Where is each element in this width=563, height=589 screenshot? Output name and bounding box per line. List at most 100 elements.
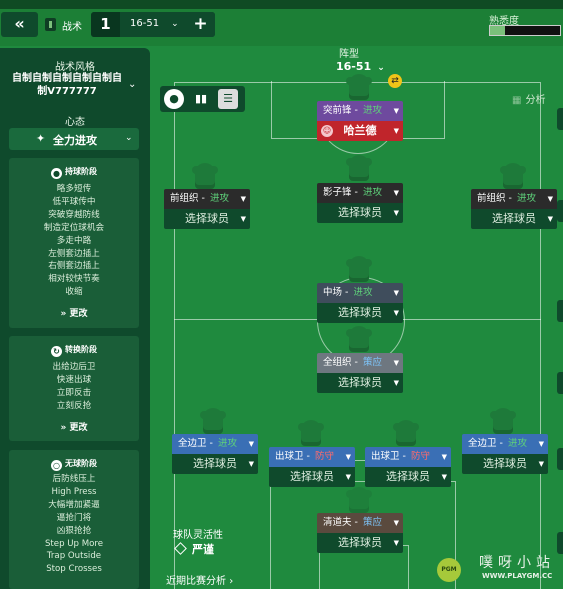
dropdown-arrow-icon: ▼ [248, 460, 254, 468]
analysis-button[interactable]: ▦ 分析 [512, 91, 545, 106]
duty-name: 进攻 [516, 193, 536, 204]
role-selector[interactable]: 出球卫 - 防守 ▼ [365, 447, 451, 467]
position-card-center-am[interactable]: 影子锋 - 进攻 ▼ 选择球员 ▼ [317, 183, 403, 223]
position-card-center-mid[interactable]: 中场 - 进攻 ▼ 选择球员 ▼ [317, 283, 403, 323]
player-name: 选择球员 [483, 457, 527, 470]
player-name: 选择球员 [338, 206, 382, 219]
phase-instructions: 后防线压上 High Press 大幅增加紧逼 逼抢门将 凶狠抢抢 Step U… [9, 473, 139, 576]
change-in-possession-button[interactable]: » 更改 [9, 306, 139, 319]
mentality-dropdown[interactable]: ✦ 全力进攻 ⌄ [9, 128, 139, 150]
role-name: 突前锋 [323, 105, 352, 116]
recent-match-analysis-link[interactable]: 近期比赛分析 › [166, 572, 233, 587]
position-card-right-cb[interactable]: 出球卫 - 防守 ▼ 选择球员 ▼ [365, 447, 451, 487]
player-shirt-icon [192, 163, 218, 189]
role-name: 中场 [323, 287, 343, 298]
dropdown-arrow-icon: ▼ [441, 453, 447, 461]
familiarity-bar[interactable] [489, 25, 561, 36]
player-selector[interactable]: 选择球员 ▼ [269, 467, 355, 487]
duty-name: 进攻 [362, 187, 382, 198]
position-card-left-back[interactable]: 全边卫 - 进攻 ▼ 选择球员 ▼ [172, 434, 258, 474]
page-title: 战术 [62, 22, 82, 33]
tactic-instructions-panel: 战术风格 自制自制自制自制自制自制V777777 ⌄ 心态 ✦ 全力进攻 ⌄ ●… [0, 48, 150, 589]
position-card-right-am[interactable]: 前组织 - 进攻 ▼ 选择球员 ▼ [471, 189, 557, 229]
player-view-button[interactable]: ● [164, 89, 184, 109]
duty-name: 进攻 [209, 193, 229, 204]
role-selector[interactable]: 出球卫 - 防守 ▼ [269, 447, 355, 467]
team-flexibility-label: 球队灵活性 [173, 530, 223, 541]
dropdown-arrow-icon: ▼ [240, 195, 246, 203]
dropdown-arrow-icon: ▼ [547, 215, 553, 223]
role-selector[interactable]: 全边卫 - 进攻 ▼ [172, 434, 258, 454]
role-name: 全组织 [323, 357, 352, 368]
player-selector[interactable]: 选择球员 ▼ [462, 454, 548, 474]
watermark-url: WWW.PLAYGM.CC [482, 572, 553, 580]
role-name: 出球卫 [275, 451, 304, 462]
tactic-slot-number[interactable]: 1 [91, 12, 120, 37]
team-flexibility-value[interactable]: 严谨 [174, 541, 214, 557]
player-selector[interactable]: 选择球员 ▼ [471, 209, 557, 229]
dropdown-arrow-icon: ▼ [538, 440, 544, 448]
instruction-item: 后防线压上 [52, 474, 96, 484]
right-edge-tab[interactable] [557, 300, 563, 322]
role-selector[interactable]: 全边卫 - 进攻 ▼ [462, 434, 548, 454]
position-card-defensive-mid[interactable]: 全组织 - 策应 ▼ 选择球员 ▼ [317, 353, 403, 393]
phase-header: ○ 无球阶段 [9, 458, 139, 471]
player-shirt-icon [490, 408, 516, 434]
role-selector[interactable]: 全组织 - 策应 ▼ [317, 353, 403, 373]
duty-name: 进攻 [353, 287, 373, 298]
player-name: 选择球员 [338, 536, 382, 549]
chevron-right-icon: › [229, 576, 234, 587]
role-selector[interactable]: 前组织 - 进攻 ▼ [471, 189, 557, 209]
position-card-sweeper[interactable]: 清道夫 - 策应 ▼ 选择球员 ▼ [317, 513, 403, 553]
chevron-down-icon[interactable]: ⌄ [128, 79, 136, 90]
instruction-item: 略多短传 [56, 184, 92, 194]
player-selector[interactable]: 选择球员 ▼ [317, 303, 403, 323]
right-edge-tab[interactable] [557, 372, 563, 394]
swap-sides-icon[interactable]: ⇄ [388, 74, 402, 88]
change-transition-button[interactable]: » 更改 [9, 420, 139, 433]
role-selector[interactable]: 前组织 - 进攻 ▼ [164, 189, 250, 209]
stats-view-button[interactable]: ▮▮ [191, 89, 211, 109]
position-card-left-am[interactable]: 前组织 - 进攻 ▼ 选择球员 ▼ [164, 189, 250, 229]
player-selector[interactable]: 选择球员 ▼ [317, 373, 403, 393]
role-name: 全边卫 [178, 438, 207, 449]
dropdown-arrow-icon: ▼ [393, 107, 399, 115]
formation-name-dropdown[interactable]: 16-51 ⌄ [336, 60, 385, 73]
out-of-possession-phase: ○ 无球阶段 后防线压上 High Press 大幅增加紧逼 逼抢门将 凶狠抢抢 … [9, 450, 139, 589]
player-selector[interactable]: 选择球员 ▼ [172, 454, 258, 474]
dropdown-arrow-icon: ▼ [547, 195, 553, 203]
tactic-style-name[interactable]: 自制自制自制自制自制自制V777777 [10, 72, 124, 98]
player-selector[interactable]: ☺ 哈兰德 ▼ [317, 121, 403, 141]
player-selector[interactable]: 选择球员 ▼ [317, 533, 403, 553]
position-card-striker[interactable]: 突前锋 - 进攻 ▼ ☺ 哈兰德 ▼ [317, 101, 403, 141]
dropdown-arrow-icon: ▼ [393, 519, 399, 527]
instruction-item: 收缩 [65, 287, 83, 298]
dropdown-arrow-icon: ▼ [393, 289, 399, 297]
back-button[interactable]: « [1, 12, 38, 37]
mentality-label: 心态 [65, 117, 85, 128]
position-card-right-back[interactable]: 全边卫 - 进攻 ▼ 选择球员 ▼ [462, 434, 548, 474]
role-selector[interactable]: 影子锋 - 进攻 ▼ [317, 183, 403, 203]
role-selector[interactable]: 清道夫 - 策应 ▼ [317, 513, 403, 533]
instructions-view-button[interactable]: ☰ [218, 89, 238, 109]
formation-dropdown[interactable]: 16-51 ⌄ [130, 18, 179, 29]
add-tactic-button[interactable]: + [186, 12, 215, 37]
position-card-left-cb[interactable]: 出球卫 - 防守 ▼ 选择球员 ▼ [269, 447, 355, 487]
right-edge-tab[interactable] [557, 448, 563, 470]
right-edge-tab[interactable] [557, 200, 563, 222]
watermark: PGM 噗呀小站 WWW.PLAYGM.CC [437, 548, 561, 589]
role-selector[interactable]: 突前锋 - 进攻 ▼ [317, 101, 403, 121]
instruction-item: 逼抢门将 [56, 512, 92, 523]
duty-name: 进攻 [507, 438, 527, 449]
dropdown-arrow-icon: ▼ [393, 209, 399, 217]
player-selector[interactable]: 选择球员 ▼ [317, 203, 403, 223]
phase-title: 转换阶段 [65, 345, 97, 354]
phase-instructions: 出给边后卫 快速出球 立即反击 立刻反抢 [9, 361, 139, 413]
player-selector[interactable]: 选择球员 ▼ [164, 209, 250, 229]
player-selector[interactable]: 选择球员 ▼ [365, 467, 451, 487]
role-selector[interactable]: 中场 - 进攻 ▼ [317, 283, 403, 303]
formation-name: 16-51 [336, 60, 372, 73]
dropdown-arrow-icon: ▼ [345, 473, 351, 481]
right-edge-tab[interactable] [557, 108, 563, 130]
transition-phase: ↻ 转换阶段 出给边后卫 快速出球 立即反击 立刻反抢 » 更改 [9, 336, 139, 441]
